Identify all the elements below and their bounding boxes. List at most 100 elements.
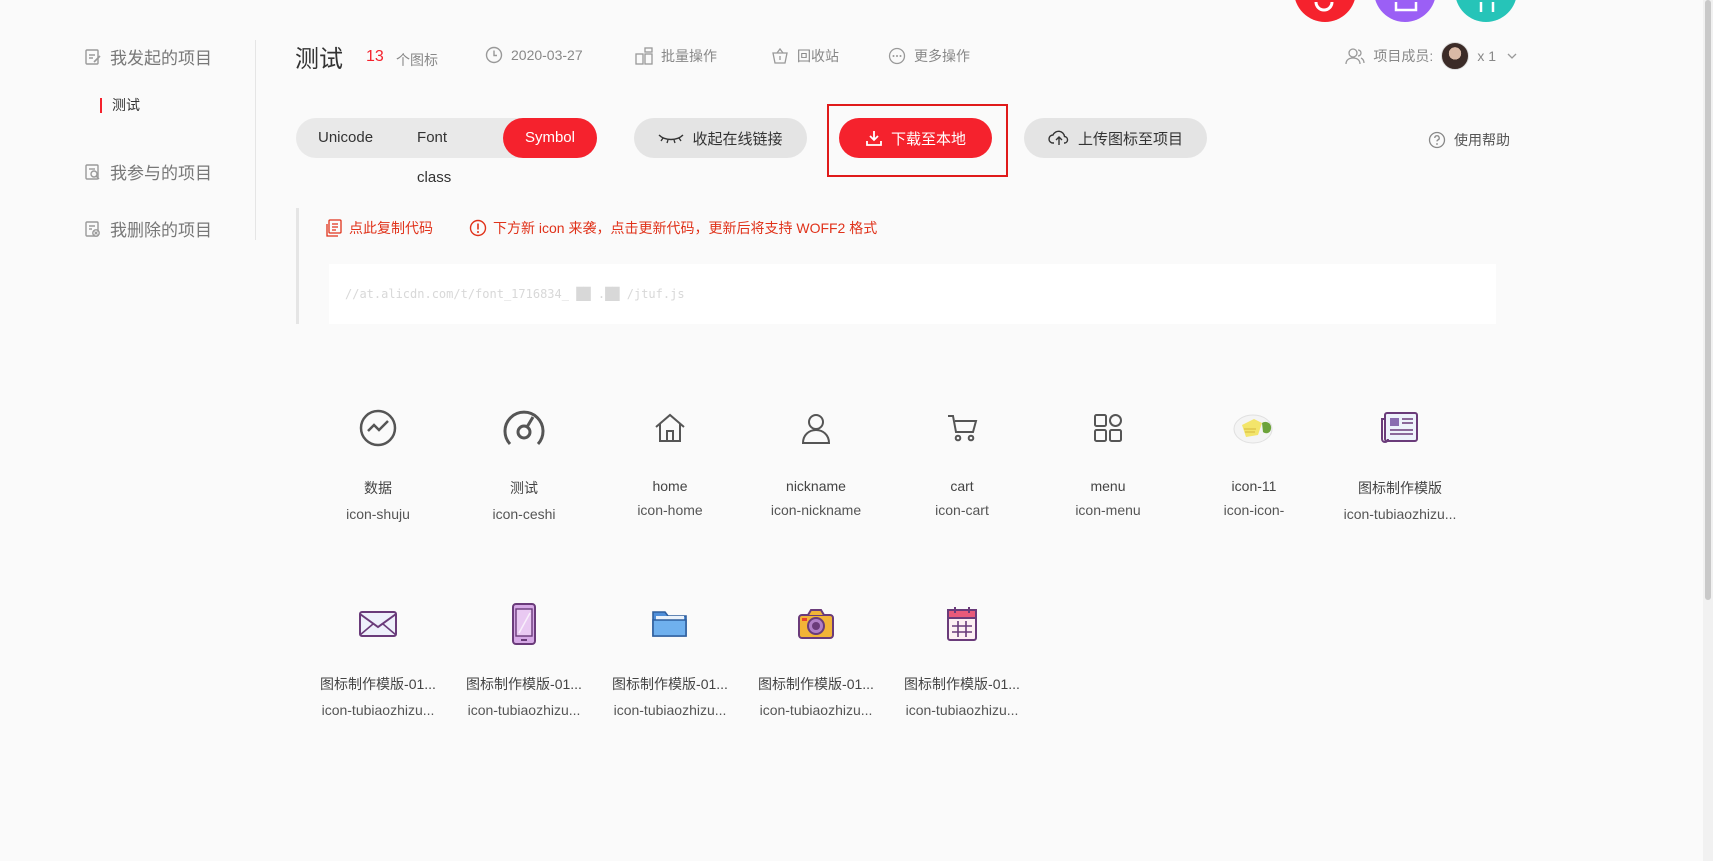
sidebar-item-label: 我参与的项目 — [110, 164, 212, 183]
gauge-icon — [494, 400, 554, 456]
search-icon — [1314, 2, 1334, 12]
icon-card[interactable]: 测试 icon-ceshi — [454, 400, 594, 540]
active-indicator — [100, 97, 102, 113]
scrollbar-thumb[interactable] — [1705, 0, 1711, 600]
batch-grid-icon — [635, 47, 653, 65]
sidebar-item-joined-projects[interactable]: 我参与的项目 — [84, 159, 212, 184]
project-members[interactable]: 项目成员: x 1 — [1345, 42, 1520, 70]
cart-icon — [932, 400, 992, 456]
plate-food-icon — [1224, 400, 1284, 456]
icon-card[interactable]: 图标制作模版 icon-tubiaozhizu... — [1330, 400, 1470, 540]
collapse-link-label: 收起在线链接 — [692, 130, 783, 148]
basket-icon — [772, 47, 788, 64]
user-icon — [786, 400, 846, 456]
icon-card[interactable]: menu icon-menu — [1038, 400, 1178, 540]
icon-count-unit: 个图标 — [396, 52, 438, 68]
batch-ops-label: 批量操作 — [661, 48, 717, 64]
update-notice-text: 下方新 icon 来袭，点击更新代码，更新后将支持 WOFF2 格式 — [493, 220, 878, 236]
download-label: 下载至本地 — [890, 130, 966, 148]
icon-name: icon-11 — [1231, 478, 1277, 494]
tab-unicode[interactable]: Unicode — [296, 118, 395, 158]
icon-card[interactable]: nickname icon-nickname — [746, 400, 886, 540]
icon-name: 数据 — [364, 480, 392, 496]
icon-code: icon-icon- — [1223, 502, 1285, 518]
code-url-box[interactable]: //at.alicdn.com/t/font_1716834_ ██ .██ /… — [329, 264, 1496, 324]
icon-count: 13 — [366, 48, 384, 65]
icon-code: icon-tubiaozhizu... — [1343, 506, 1457, 522]
icon-name: menu — [1090, 478, 1126, 494]
icon-card[interactable]: 图标制作模版-01... icon-tubiaozhizu... — [308, 596, 448, 736]
copy-code-button[interactable]: 点此复制代码 — [325, 218, 433, 238]
grid-menu-icon — [1078, 400, 1138, 456]
update-notice[interactable]: 下方新 icon 来袭，点击更新代码，更新后将支持 WOFF2 格式 — [469, 218, 877, 238]
icon-code: icon-shuju — [346, 506, 410, 522]
icon-name: 图标制作模版-01... — [612, 676, 728, 692]
members-icon — [1345, 48, 1366, 65]
arrow-icon — [1479, 2, 1495, 12]
upload-float-button[interactable] — [1455, 0, 1517, 22]
avatar[interactable] — [1441, 42, 1470, 70]
members-label: 项目成员: — [1373, 48, 1434, 64]
chevron-down-icon — [1507, 53, 1517, 59]
sidebar-subitem-current[interactable]: 测试 — [100, 95, 140, 115]
more-ops-button[interactable]: 更多操作 — [888, 46, 970, 66]
created-date: 2020-03-27 — [485, 46, 583, 64]
recycle-bin-button[interactable]: 回收站 — [771, 46, 839, 66]
icon-code: icon-cart — [935, 502, 989, 518]
search-float-button[interactable] — [1294, 0, 1356, 22]
icon-name: 图标制作模版 — [1358, 480, 1442, 496]
tab-font-class[interactable]: Font class — [395, 118, 503, 186]
page-title: 测试 — [295, 46, 343, 73]
icon-code: icon-tubiaozhizu... — [759, 702, 873, 718]
cloud-upload-icon — [1048, 130, 1069, 145]
icon-name: 图标制作模版-01... — [466, 676, 582, 692]
upload-icons-button[interactable]: 上传图标至项目 — [1024, 118, 1207, 158]
download-button[interactable]: 下载至本地 — [839, 118, 992, 158]
icon-code: icon-home — [637, 502, 703, 518]
icon-card[interactable]: 数据 icon-shuju — [308, 400, 448, 540]
copy-icon — [326, 219, 342, 237]
icon-name: home — [652, 478, 688, 494]
cart-float-button[interactable] — [1374, 0, 1436, 22]
upload-label: 上传图标至项目 — [1077, 130, 1183, 148]
icon-card[interactable]: 图标制作模版-01... icon-tubiaozhizu... — [746, 596, 886, 736]
closed-eye-icon — [658, 134, 684, 144]
trend-circle-icon — [348, 400, 408, 456]
edit-doc-icon — [85, 48, 101, 65]
tab-symbol[interactable]: Symbol — [502, 118, 597, 158]
page-scrollbar[interactable] — [1703, 0, 1713, 861]
sidebar-item-deleted-projects[interactable]: 我删除的项目 — [84, 216, 212, 241]
phone-icon — [494, 596, 554, 652]
icon-card[interactable]: home icon-home — [600, 400, 740, 540]
help-link[interactable]: 使用帮助 — [1428, 130, 1510, 150]
icon-card[interactable]: icon-11 icon-icon- — [1184, 400, 1324, 540]
icon-code: icon-tubiaozhizu... — [321, 702, 435, 718]
batch-ops-button[interactable]: 批量操作 — [635, 46, 717, 66]
more-dots-icon — [888, 47, 906, 65]
project-header: 测试 13 个图标 2020-03-27 批量操作 回收站 更多操作 项目成员:… — [295, 36, 1520, 76]
collapse-link-button[interactable]: 收起在线链接 — [634, 118, 807, 158]
sidebar-item-label: 我删除的项目 — [110, 221, 212, 240]
recycle-bin-label: 回收站 — [797, 48, 839, 64]
members-count: x 1 — [1477, 48, 1496, 64]
envelope-icon — [348, 596, 408, 652]
camera-icon — [786, 596, 846, 652]
icon-name: 图标制作模版-01... — [758, 676, 874, 692]
icon-code: icon-menu — [1075, 502, 1141, 518]
icon-card[interactable]: 图标制作模版-01... icon-tubiaozhizu... — [600, 596, 740, 736]
code-panel: 点此复制代码 下方新 icon 来袭，点击更新代码，更新后将支持 WOFF2 格… — [296, 208, 1496, 324]
icon-code: icon-tubiaozhizu... — [905, 702, 1019, 718]
icon-name: 测试 — [510, 480, 538, 496]
icon-card[interactable]: cart icon-cart — [892, 400, 1032, 540]
icon-card[interactable]: 图标制作模版-01... icon-tubiaozhizu... — [454, 596, 594, 736]
code-actions: 点此复制代码 下方新 icon 来袭，点击更新代码，更新后将支持 WOFF2 格… — [325, 218, 877, 238]
sidebar-item-my-projects[interactable]: 我发起的项目 — [84, 44, 212, 69]
date-text: 2020-03-27 — [511, 47, 583, 63]
icon-card[interactable]: 图标制作模版-01... icon-tubiaozhizu... — [892, 596, 1032, 736]
help-label: 使用帮助 — [1454, 132, 1510, 148]
download-icon — [866, 131, 882, 146]
question-circle-icon — [1428, 131, 1446, 149]
icon-name: nickname — [786, 478, 846, 494]
sidebar: 我发起的项目 测试 我参与的项目 我删除的项目 — [80, 40, 256, 240]
code-type-tabs: Unicode Font class Symbol — [296, 118, 597, 186]
